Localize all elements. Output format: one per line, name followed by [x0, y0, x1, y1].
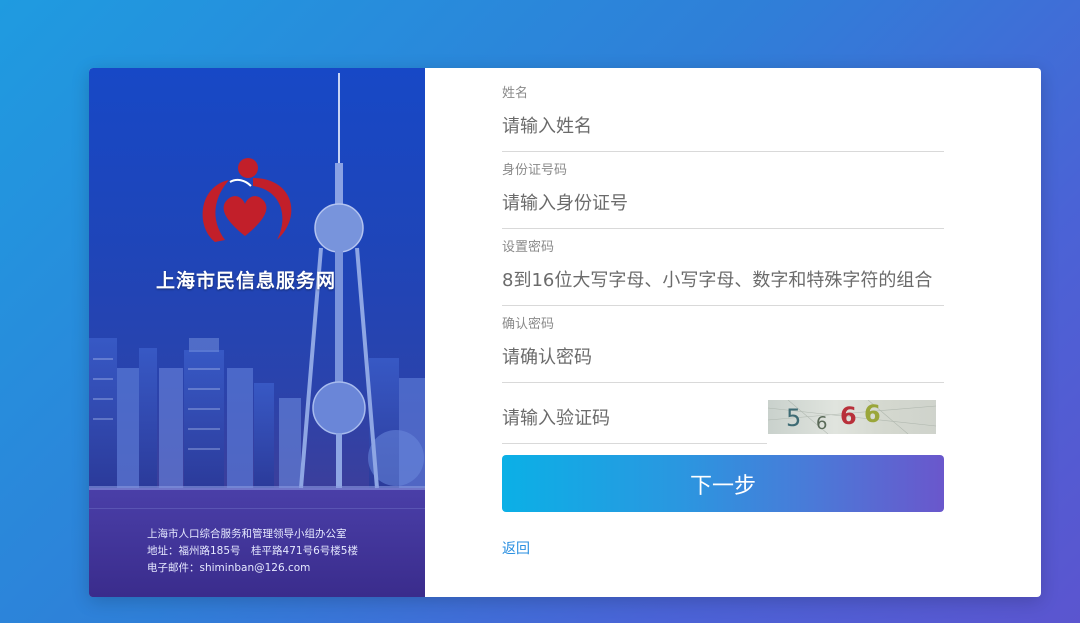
footer-address: 地址：福州路185号 桂平路471号6号楼5楼	[147, 545, 358, 557]
city-skyline-image	[89, 73, 425, 597]
name-field-wrapper	[502, 102, 944, 152]
password-label: 设置密码	[502, 240, 555, 255]
svg-text:5: 5	[786, 404, 801, 432]
confirm-password-label: 确认密码	[502, 317, 555, 332]
svg-text:6: 6	[840, 402, 857, 430]
id-number-label: 身份证号码	[502, 163, 568, 178]
heart-logo-icon	[202, 158, 292, 242]
name-label: 姓名	[502, 86, 529, 101]
captcha-input[interactable]	[502, 394, 767, 443]
brand-panel: 上海市民信息服务网 上海市人口综合服务和管理领导小组办公室 地址：福州路185号…	[89, 68, 425, 597]
name-input[interactable]	[502, 102, 944, 151]
captcha-row: 5 6 6 6	[502, 394, 944, 444]
register-form: 姓名 身份证号码 设置密码 确认密码	[502, 86, 944, 444]
captcha-field-wrapper	[502, 394, 767, 444]
confirm-password-input[interactable]	[502, 333, 944, 382]
captcha-code-graphic: 5 6 6 6	[768, 400, 936, 434]
id-number-input[interactable]	[502, 179, 944, 228]
id-number-field-wrapper	[502, 179, 944, 229]
form-panel: 姓名 身份证号码 设置密码 确认密码	[425, 68, 1041, 597]
next-step-button[interactable]: 下一步	[502, 455, 944, 512]
confirm-password-field-wrapper	[502, 333, 944, 383]
svg-text:6: 6	[816, 413, 827, 434]
register-card: 上海市民信息服务网 上海市人口综合服务和管理领导小组办公室 地址：福州路185号…	[89, 68, 1041, 597]
password-input[interactable]	[502, 256, 944, 305]
captcha-image[interactable]: 5 6 6 6	[768, 400, 936, 434]
password-field-wrapper	[502, 256, 944, 306]
svg-text:6: 6	[864, 400, 881, 428]
footer-info: 上海市人口综合服务和管理领导小组办公室 地址：福州路185号 桂平路471号6号…	[147, 526, 358, 577]
footer-org: 上海市人口综合服务和管理领导小组办公室	[147, 528, 347, 540]
site-name: 上海市民信息服务网	[155, 270, 336, 292]
footer-email: 电子邮件：shiminban@126.com	[147, 562, 311, 574]
back-link[interactable]: 返回	[502, 538, 530, 558]
